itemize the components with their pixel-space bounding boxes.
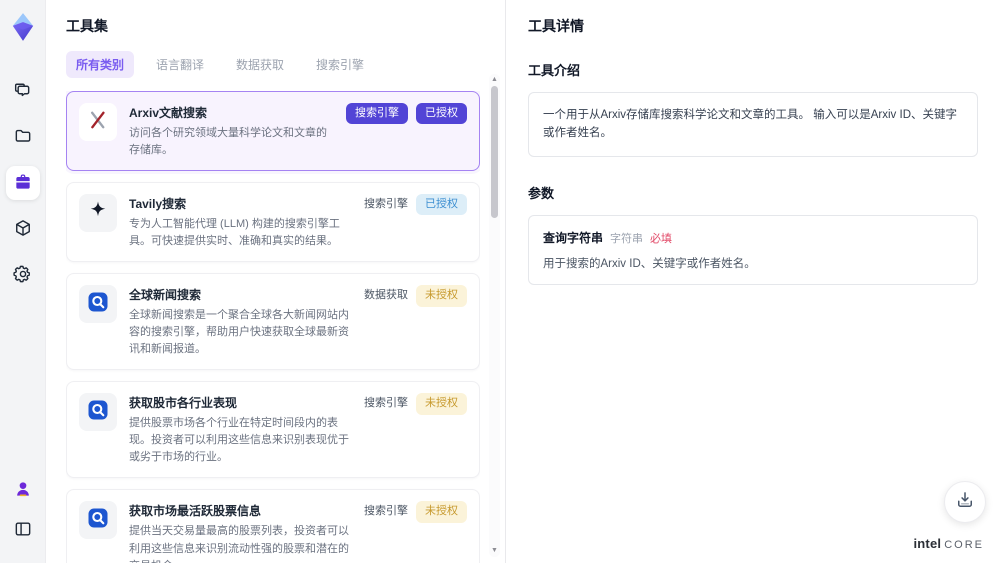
tool-card[interactable]: Arxiv文献搜索 访问各个研究领域大量科学论文和文章的存储库。 搜索引擎 已授… bbox=[66, 91, 480, 172]
parameter-name: 查询字符串 bbox=[543, 230, 604, 245]
tool-card-main: Arxiv文献搜索 访问各个研究领域大量科学论文和文章的存储库。 bbox=[129, 103, 334, 159]
category-badge: 搜索引擎 bbox=[346, 103, 408, 125]
download-button[interactable] bbox=[944, 481, 986, 523]
tool-card-main: 获取股市各行业表现 提供股票市场各个行业在特定时间段内的表现。投资者可以利用这些… bbox=[129, 393, 352, 466]
toolbox-icon bbox=[13, 172, 33, 195]
sidebar-bottom bbox=[6, 473, 40, 553]
tool-card-list: Arxiv文献搜索 访问各个研究领域大量科学论文和文章的存储库。 搜索引擎 已授… bbox=[66, 91, 480, 563]
tool-description: 提供股票市场各个行业在特定时间段内的表现。投资者可以利用这些信息来识别表现优于或… bbox=[129, 417, 349, 464]
tool-card-main: 获取市场最活跃股票信息 提供当天交易量最高的股票列表，投资者可以利用这些信息来识… bbox=[129, 501, 352, 563]
auth-status-badge: 未授权 bbox=[416, 393, 467, 415]
tool-name: Tavily搜索 bbox=[129, 197, 187, 212]
tab-3[interactable]: 搜索引擎 bbox=[306, 51, 374, 78]
tool-icon-container bbox=[79, 501, 117, 540]
tool-icon-container bbox=[79, 103, 117, 141]
sidebar-rail bbox=[0, 0, 46, 563]
auth-status-badge: 未授权 bbox=[416, 501, 467, 523]
search-app-icon bbox=[86, 398, 110, 427]
scrollbar[interactable]: ▲ ▼ bbox=[489, 74, 500, 557]
folder-icon bbox=[13, 126, 33, 149]
tool-badges: 搜索引擎 已授权 bbox=[364, 194, 467, 250]
brand-secondary: core bbox=[944, 539, 984, 551]
tool-card[interactable]: 获取股市各行业表现 提供股票市场各个行业在特定时间段内的表现。投资者可以利用这些… bbox=[66, 381, 480, 479]
user-icon bbox=[13, 479, 33, 502]
tool-card-main: 全球新闻搜索 全球新闻搜索是一个聚合全球各大新闻网站内容的搜索引擎，帮助用户快速… bbox=[129, 285, 352, 358]
intro-heading: 工具介绍 bbox=[528, 63, 581, 78]
sidebar-item-settings[interactable] bbox=[6, 258, 40, 292]
tool-description: 提供当天交易量最高的股票列表，投资者可以利用这些信息来识别流动性强的股票和潜在的… bbox=[129, 525, 349, 563]
search-app-icon bbox=[86, 290, 110, 319]
detail-title: 工具详情 bbox=[528, 18, 584, 34]
category-tabs: 所有类别 语言翻译 数据获取 搜索引擎 bbox=[66, 51, 505, 78]
sidebar-item-packages[interactable] bbox=[6, 212, 40, 246]
tab-2[interactable]: 数据获取 bbox=[226, 51, 294, 78]
parameter-required-badge: 必填 bbox=[650, 232, 673, 245]
tool-icon-container bbox=[79, 285, 117, 324]
category-badge: 搜索引擎 bbox=[364, 198, 408, 211]
tool-name: 获取市场最活跃股票信息 bbox=[129, 504, 262, 519]
tool-description: 访问各个研究领域大量科学论文和文章的存储库。 bbox=[129, 127, 327, 157]
tool-card[interactable]: Tavily搜索 专为人工智能代理 (LLM) 构建的搜索引擎工具。可快速提供实… bbox=[66, 182, 480, 263]
tool-name: Arxiv文献搜索 bbox=[129, 106, 208, 120]
tool-icon-container bbox=[79, 393, 117, 432]
tool-name: 全球新闻搜索 bbox=[129, 288, 202, 303]
brand-primary: intel bbox=[913, 536, 942, 551]
params-heading: 参数 bbox=[528, 185, 555, 201]
parameter-header: 查询字符串 字符串 必填 bbox=[543, 229, 963, 246]
tool-description: 全球新闻搜索是一个聚合全球各大新闻网站内容的搜索引擎，帮助用户快速获取全球最新资… bbox=[129, 309, 349, 356]
gear-icon bbox=[12, 264, 33, 287]
download-icon bbox=[955, 490, 975, 515]
category-badge: 数据获取 bbox=[364, 289, 408, 302]
chat-icon bbox=[13, 80, 33, 103]
tool-card-main: Tavily搜索 专为人工智能代理 (LLM) 构建的搜索引擎工具。可快速提供实… bbox=[129, 194, 352, 250]
page-title: 工具集 bbox=[66, 18, 108, 34]
category-badge: 搜索引擎 bbox=[364, 397, 408, 410]
parameter-description: 用于搜索的Arxiv ID、关键字或作者姓名。 bbox=[543, 257, 756, 270]
sidebar-item-tools[interactable] bbox=[5, 166, 40, 200]
scroll-up-icon[interactable]: ▲ bbox=[489, 76, 500, 84]
tavily-star-icon bbox=[86, 199, 110, 228]
parameter-item: 查询字符串 字符串 必填 用于搜索的Arxiv ID、关键字或作者姓名。 bbox=[528, 214, 978, 285]
app-logo-icon bbox=[8, 12, 38, 42]
tool-icon-container bbox=[79, 194, 117, 233]
tab-1[interactable]: 语言翻译 bbox=[146, 51, 214, 78]
tool-badges: 搜索引擎 已授权 bbox=[346, 103, 467, 159]
panel-toggle-icon bbox=[13, 519, 33, 542]
cube-icon bbox=[13, 218, 33, 241]
tool-badges: 数据获取 未授权 bbox=[364, 285, 467, 358]
tool-detail-panel: 工具详情 工具介绍 一个用于从Arxiv存储库搜索科学论文和文章的工具。 输入可… bbox=[505, 0, 1000, 563]
user-avatar-button[interactable] bbox=[6, 473, 40, 507]
tool-description: 专为人工智能代理 (LLM) 构建的搜索引擎工具。可快速提供实时、准确和真实的结… bbox=[129, 218, 340, 248]
tool-card[interactable]: 全球新闻搜索 全球新闻搜索是一个聚合全球各大新闻网站内容的搜索引擎，帮助用户快速… bbox=[66, 273, 480, 371]
tool-intro-text: 一个用于从Arxiv存储库搜索科学论文和文章的工具。 输入可以是Arxiv ID… bbox=[528, 92, 978, 157]
parameter-type: 字符串 bbox=[610, 232, 644, 245]
auth-status-badge: 已授权 bbox=[416, 194, 467, 216]
tool-name: 获取股市各行业表现 bbox=[129, 396, 238, 411]
scroll-down-icon[interactable]: ▼ bbox=[489, 547, 500, 555]
tool-badges: 搜索引擎 未授权 bbox=[364, 501, 467, 563]
auth-status-badge: 未授权 bbox=[416, 285, 467, 307]
sidebar-item-files[interactable] bbox=[6, 120, 40, 154]
sidebar-item-chat[interactable] bbox=[6, 74, 40, 108]
tab-0[interactable]: 所有类别 bbox=[66, 51, 135, 78]
arxiv-icon bbox=[86, 108, 110, 137]
tool-card[interactable]: 获取市场最活跃股票信息 提供当天交易量最高的股票列表，投资者可以利用这些信息来识… bbox=[66, 489, 480, 563]
collapse-panel-button[interactable] bbox=[6, 513, 40, 547]
tool-list-panel: 工具集 所有类别 语言翻译 数据获取 搜索引擎 Arxiv文献搜索 访问各个研究领域大… bbox=[46, 0, 505, 563]
auth-status-badge: 已授权 bbox=[416, 103, 467, 125]
intel-core-logo: intel core bbox=[913, 536, 984, 551]
scrollbar-thumb[interactable] bbox=[491, 86, 498, 218]
category-badge: 搜索引擎 bbox=[364, 505, 408, 518]
search-app-icon bbox=[86, 506, 110, 535]
tool-badges: 搜索引擎 未授权 bbox=[364, 393, 467, 466]
app-window: 工具集 所有类别 语言翻译 数据获取 搜索引擎 Arxiv文献搜索 访问各个研究领域大… bbox=[0, 0, 1000, 563]
